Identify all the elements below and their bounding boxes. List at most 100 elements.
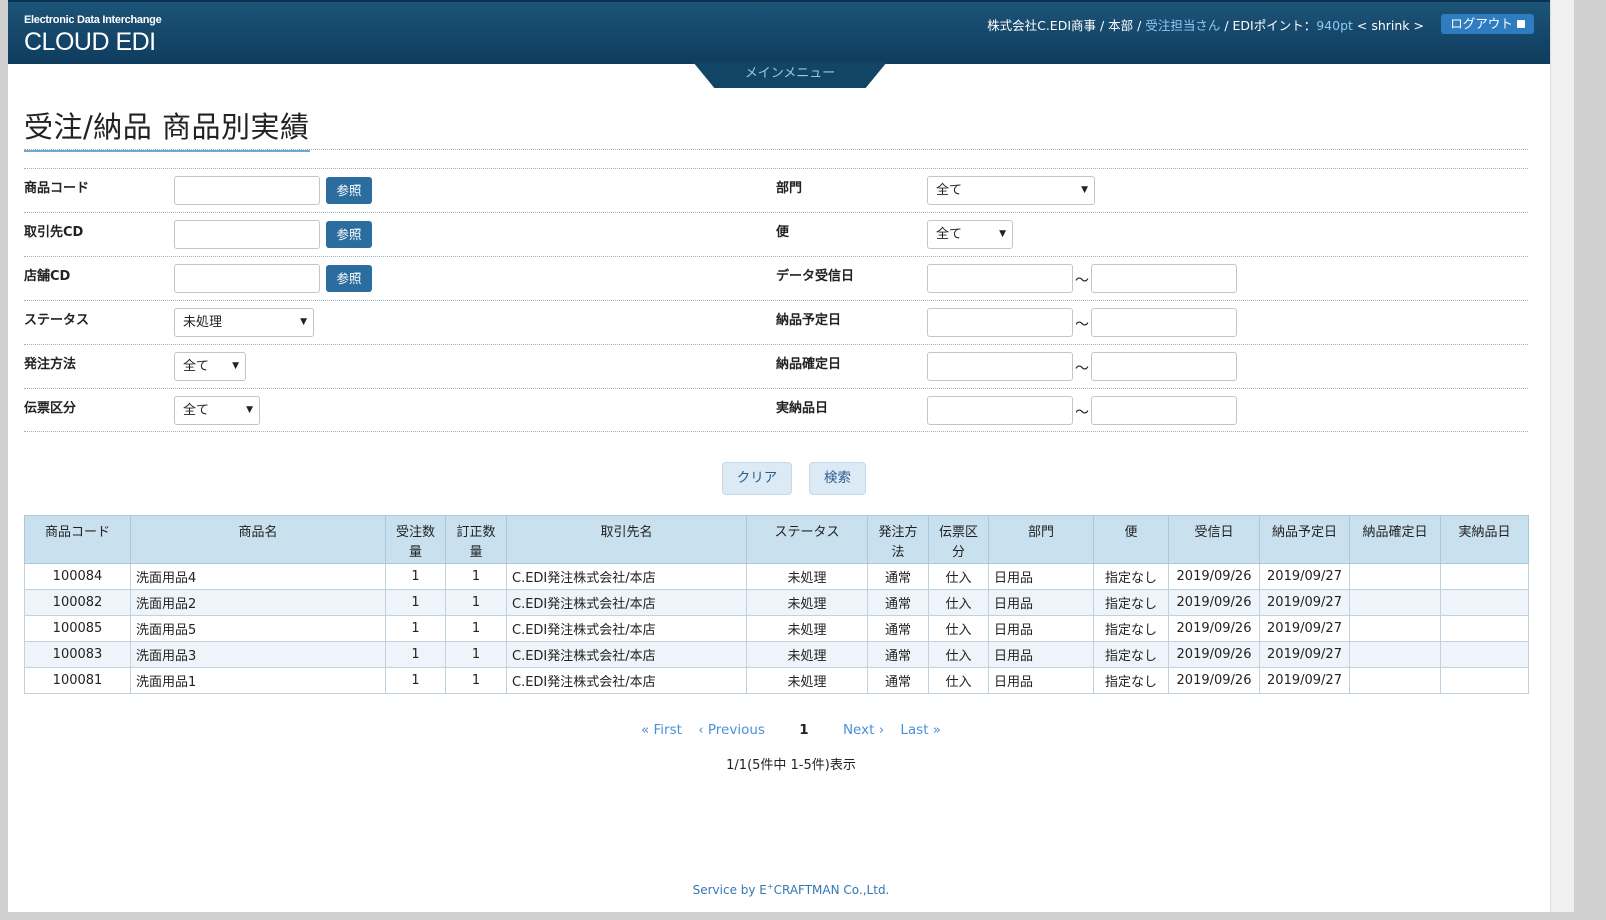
range-separator: ～ [1075,405,1089,421]
delivery-label: 便 [776,225,790,240]
table-row[interactable]: 100083 洗面用品3 1 1 C.EDI発注株式会社/本店 未処理 通常 仕… [24,641,1529,668]
page-title: 受注/納品 商品別実績 [24,104,310,152]
received-date-to-input[interactable] [1091,264,1237,293]
order-method-value: 全て [183,359,210,374]
store-cd-input[interactable] [174,264,320,293]
form-row-slip-type: 伝票区分 全て ▼ 実納品日 ～ [24,388,1528,432]
cell-corr-qty: 1 [445,641,507,668]
cell-method: 通常 [867,667,929,694]
shrink-link[interactable]: < shrink > [1353,18,1424,33]
cell-partner: C.EDI発注株式会社/本店 [506,667,747,694]
cell-actual [1440,615,1529,642]
form-row-product-code: 商品コード 参照 部門 全て ▼ [24,168,1528,212]
planned-date-from-input[interactable] [927,308,1073,337]
logout-button[interactable]: ログアウト [1441,14,1534,34]
col-header-method[interactable]: 発注方法 [867,515,929,564]
table-row[interactable]: 100084 洗面用品4 1 1 C.EDI発注株式会社/本店 未処理 通常 仕… [24,563,1529,590]
order-method-select[interactable]: 全て ▼ [174,352,246,381]
cell-name: 洗面用品3 [130,641,386,668]
cell-actual [1440,641,1529,668]
pager-next-link[interactable]: Next › [843,722,884,738]
col-header-corr-qty[interactable]: 訂正数量 [445,515,507,564]
col-header-delivery[interactable]: 便 [1093,515,1169,564]
confirmed-date-to-input[interactable] [1091,352,1237,381]
cell-planned: 2019/09/27 [1259,667,1350,694]
cell-planned: 2019/09/27 [1259,615,1350,642]
table-row[interactable]: 100081 洗面用品1 1 1 C.EDI発注株式会社/本店 未処理 通常 仕… [24,667,1529,694]
cell-dept: 日用品 [988,641,1094,668]
search-button[interactable]: 検索 [809,462,866,495]
col-header-code[interactable]: 商品コード [24,515,131,564]
col-header-received[interactable]: 受信日 [1168,515,1260,564]
received-date-label: データ受信日 [776,269,855,284]
brand-logo[interactable]: CLOUD EDI [24,28,156,57]
cell-method: 通常 [867,641,929,668]
cell-planned: 2019/09/27 [1259,641,1350,668]
actual-date-to-input[interactable] [1091,396,1237,425]
product-code-input[interactable] [174,176,320,205]
chevron-down-icon: ▼ [999,229,1006,239]
cell-status: 未処理 [746,563,868,590]
points-value[interactable]: 940pt [1316,18,1353,33]
footer-suffix: CRAFTMAN Co.,Ltd. [773,883,890,897]
actual-date-from-input[interactable] [927,396,1073,425]
received-date-from-input[interactable] [927,264,1073,293]
form-row-status: ステータス 未処理 ▼ 納品予定日 ～ [24,300,1528,344]
cell-partner: C.EDI発注株式会社/本店 [506,615,747,642]
range-separator: ～ [1075,317,1089,333]
delivery-select[interactable]: 全て ▼ [927,220,1013,249]
col-header-confirmed[interactable]: 納品確定日 [1349,515,1441,564]
footer-prefix: Service by E [692,883,767,897]
cell-name: 洗面用品1 [130,667,386,694]
cell-partner: C.EDI発注株式会社/本店 [506,641,747,668]
store-cd-ref-button[interactable]: 参照 [326,265,372,292]
department-select[interactable]: 全て ▼ [927,176,1095,205]
main-menu-tab[interactable]: メインメニュー [693,62,887,88]
confirmed-date-from-input[interactable] [927,352,1073,381]
slip-type-select[interactable]: 全て ▼ [174,396,260,425]
cell-delivery: 指定なし [1093,615,1169,642]
cell-slip: 仕入 [928,615,989,642]
cell-received: 2019/09/26 [1168,563,1260,590]
pager-first-link[interactable]: « First [641,722,682,738]
cell-confirmed [1349,667,1441,694]
pagination: « First ‹ Previous 1 Next › Last » [8,722,1574,738]
cell-order-qty: 1 [385,615,446,642]
table-row[interactable]: 100082 洗面用品2 1 1 C.EDI発注株式会社/本店 未処理 通常 仕… [24,589,1529,616]
user-info: 株式会社C.EDI商事 / 本部 / 受注担当さん / EDIポイント：940p… [987,15,1424,34]
col-header-slip[interactable]: 伝票区分 [928,515,989,564]
status-select[interactable]: 未処理 ▼ [174,308,314,337]
form-row-store-cd: 店舗CD 参照 データ受信日 ～ [24,256,1528,300]
pager-previous-link[interactable]: ‹ Previous [698,722,765,738]
app-header: Electronic Data Interchange CLOUD EDI 株式… [8,0,1574,64]
delivery-value: 全て [936,227,963,242]
range-separator: ～ [1075,361,1089,377]
col-header-partner[interactable]: 取引先名 [506,515,747,564]
planned-date-label: 納品予定日 [776,313,842,328]
partner-cd-ref-button[interactable]: 参照 [326,221,372,248]
col-header-status[interactable]: ステータス [746,515,868,564]
col-header-actual[interactable]: 実納品日 [1440,515,1529,564]
col-header-order-qty[interactable]: 受注数量 [385,515,446,564]
cell-code: 100085 [24,615,131,642]
cell-delivery: 指定なし [1093,667,1169,694]
planned-date-to-input[interactable] [1091,308,1237,337]
user-link[interactable]: 受注担当さん [1145,18,1220,33]
table-row[interactable]: 100085 洗面用品5 1 1 C.EDI発注株式会社/本店 未処理 通常 仕… [24,615,1529,642]
col-header-name[interactable]: 商品名 [130,515,386,564]
cell-received: 2019/09/26 [1168,589,1260,616]
clear-button[interactable]: クリア [722,462,792,495]
partner-cd-input[interactable] [174,220,320,249]
store-cd-label: 店舗CD [24,269,71,284]
col-header-dept[interactable]: 部門 [988,515,1094,564]
form-row-order-method: 発注方法 全て ▼ 納品確定日 ～ [24,344,1528,388]
product-code-ref-button[interactable]: 参照 [326,177,372,204]
form-row-partner-cd: 取引先CD 参照 便 全て ▼ [24,212,1528,256]
pager-last-link[interactable]: Last » [900,722,941,738]
vertical-scrollbar[interactable] [1550,0,1574,912]
cell-code: 100083 [24,641,131,668]
cell-delivery: 指定なし [1093,589,1169,616]
col-header-planned[interactable]: 納品予定日 [1259,515,1350,564]
chevron-down-icon: ▼ [1081,185,1088,195]
cell-method: 通常 [867,615,929,642]
